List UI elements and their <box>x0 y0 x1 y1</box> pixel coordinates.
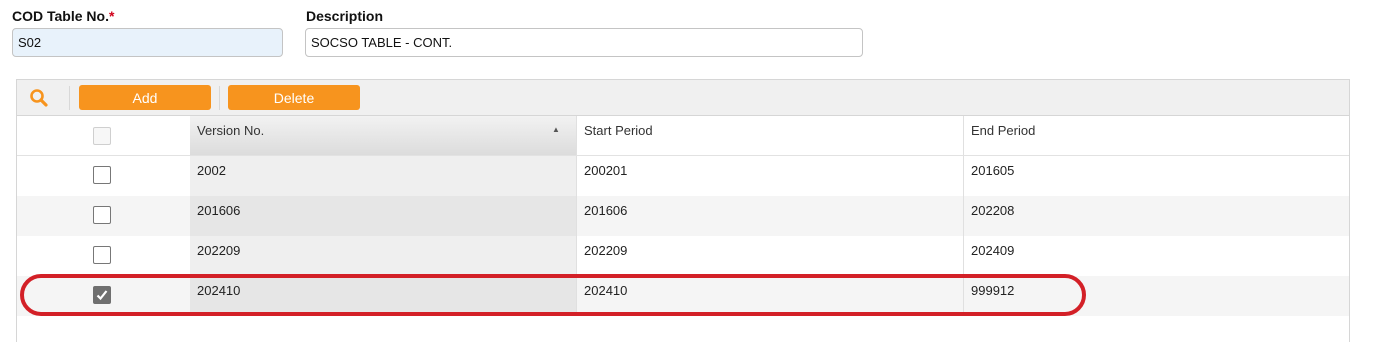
delete-button[interactable]: Delete <box>228 85 360 110</box>
start-period-cell: 202209 <box>577 236 964 276</box>
add-button[interactable]: Add <box>79 85 211 110</box>
toolbar-separator <box>69 86 70 110</box>
code-label-text: COD Table No. <box>12 8 109 24</box>
version-cell: 2002 <box>190 156 577 196</box>
required-mark: * <box>108 8 115 24</box>
version-cell: 202209 <box>190 236 577 276</box>
description-input[interactable]: SOCSO TABLE - CONT. <box>305 28 863 57</box>
code-table-input[interactable]: S02 <box>12 28 283 57</box>
row-select-cell <box>17 276 190 316</box>
table-row[interactable]: 202410 202410 999912 <box>17 276 1349 316</box>
row-checkbox[interactable] <box>93 246 111 264</box>
version-cell: 202410 <box>190 276 577 316</box>
table-row[interactable]: 201606 201606 202208 <box>17 196 1349 236</box>
column-header-version[interactable]: Version No. ▲ <box>190 116 577 155</box>
end-period-cell: 999912 <box>971 283 1015 298</box>
table-header: Version No. ▲ Start Period End Period <box>17 116 1349 156</box>
code-label: COD Table No.* <box>12 8 114 24</box>
grid-toolbar: Add Delete <box>17 79 1349 116</box>
description-label: Description <box>306 8 384 24</box>
row-checkbox[interactable] <box>93 166 111 184</box>
table-row[interactable]: 2002 200201 201605 <box>17 156 1349 196</box>
versions-grid: Add Delete Version No. ▲ Start Period En… <box>16 79 1350 342</box>
row-checkbox[interactable] <box>93 206 111 224</box>
end-period-cell: 202409 <box>971 243 1015 258</box>
column-header-start-period[interactable]: Start Period <box>577 116 964 155</box>
column-header-version-label: Version No. <box>197 123 265 138</box>
table-row[interactable]: 202209 202209 202409 <box>17 236 1349 276</box>
toolbar-separator <box>219 86 220 110</box>
start-period-cell: 200201 <box>577 156 964 196</box>
column-header-end-period[interactable]: End Period <box>964 116 1351 155</box>
select-all-checkbox[interactable] <box>93 127 111 145</box>
end-period-cell: 202208 <box>971 203 1015 218</box>
version-cell: 201606 <box>190 196 577 236</box>
start-period-cell: 201606 <box>577 196 964 236</box>
end-period-cell: 201605 <box>971 163 1015 178</box>
row-select-cell <box>17 156 190 196</box>
checkmark-icon <box>96 290 108 301</box>
row-select-cell <box>17 196 190 236</box>
row-select-cell <box>17 236 190 276</box>
select-all-cell <box>17 116 190 155</box>
sort-asc-icon: ▲ <box>552 125 560 134</box>
start-period-cell: 202410 <box>577 276 964 316</box>
search-icon[interactable] <box>29 88 51 108</box>
row-checkbox-checked[interactable] <box>93 286 111 304</box>
